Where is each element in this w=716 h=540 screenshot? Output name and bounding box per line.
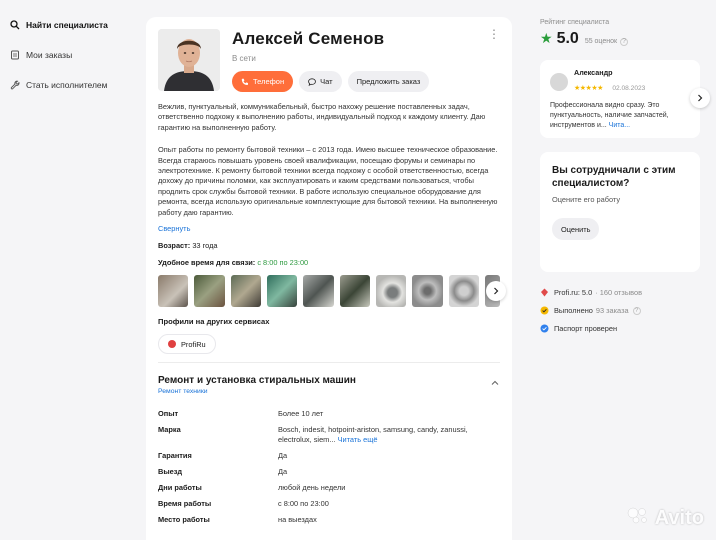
review-text: Профессионала видно сразу. Это пунктуаль… (550, 102, 669, 129)
profi-icon (540, 288, 549, 297)
work-photo[interactable] (194, 275, 225, 308)
work-photo[interactable] (375, 275, 407, 308)
help-icon[interactable]: ? (620, 37, 629, 46)
contact-time-label: Удобное время для связи: (158, 258, 256, 268)
photos-next-button[interactable] (486, 281, 506, 302)
table-row: Выезд Да (158, 467, 288, 477)
reviewer-name: Александр (574, 68, 613, 77)
profile-name: Алексей Семенов (232, 29, 385, 48)
chat-icon (308, 77, 316, 86)
avito-watermark: Avito (627, 507, 704, 530)
sidebar: Найти специалиста Мои заказы Стать испол… (0, 0, 140, 102)
help-icon[interactable]: ? (632, 306, 641, 315)
passport-check-icon (540, 324, 549, 333)
star-icon: ★ (540, 30, 553, 46)
rate-prompt-card: Вы сотрудничали с этим специалистом? Оце… (540, 152, 700, 272)
specialist-facts: Profi.ru: 5.0 · 160 отзывов Выполнено 93… (540, 288, 700, 333)
wrench-icon (10, 80, 20, 90)
orders-icon (10, 50, 20, 60)
work-photos (158, 275, 506, 308)
contact-buttons: Телефон Чат Предложить заказ (232, 71, 500, 92)
rate-prompt-subtitle: Оцените его работу (552, 195, 621, 204)
age-value: 33 года (192, 241, 218, 251)
sidebar-item-label: Мои заказы (26, 50, 73, 60)
chevron-right-icon (492, 282, 500, 300)
propose-order-button[interactable]: Предложить заказ (347, 71, 430, 92)
avatar (158, 29, 220, 91)
phone-icon (241, 78, 249, 86)
watermark-text: Avito (654, 507, 704, 529)
work-photo[interactable] (303, 275, 334, 308)
collapse-link[interactable]: Свернуть (158, 224, 500, 233)
review-read-more-link[interactable]: Чита... (609, 122, 630, 129)
table-row: Дни работы любой день недели (158, 483, 346, 493)
profiru-chip[interactable]: ProfiRu (158, 334, 216, 355)
search-icon (10, 20, 20, 30)
sidebar-item-find-specialist[interactable]: Найти специалиста (0, 14, 140, 36)
rating-label: Рейтинг специалиста (540, 19, 610, 26)
sidebar-item-label: Найти специалиста (26, 20, 108, 30)
phone-button[interactable]: Телефон (232, 71, 294, 92)
age-row: Возраст: 33 года (158, 241, 500, 250)
table-row: Марка Bosch, indesit, hotpoint-ariston, … (158, 425, 468, 445)
profile-intro: Вежлив, пунктуальный, коммуникабельный, … (158, 102, 486, 132)
rating-value: 5.0 (556, 30, 579, 47)
divider (158, 362, 500, 364)
profile-about: Опыт работы по ремонту бытовой техники –… (158, 145, 498, 217)
work-photo[interactable] (448, 275, 479, 308)
sidebar-item-my-orders[interactable]: Мои заказы (0, 44, 140, 66)
table-row: Время работы с 8:00 по 23:00 (158, 499, 329, 509)
rating-summary: ★ 5.0 55 оценок ? (540, 30, 700, 48)
service-section-header[interactable]: Ремонт и установка стиральных машин Ремо… (158, 375, 500, 395)
right-column: Рейтинг специалиста ★ 5.0 55 оценок ? Ал… (540, 19, 710, 342)
fact-passport-verified: Паспорт проверен (540, 324, 700, 333)
rating-count[interactable]: 55 оценок (585, 38, 617, 45)
profile-card: Алексей Семенов В сети ⋮ Телефон Чат Пре… (146, 17, 512, 540)
work-photo[interactable] (339, 275, 370, 308)
online-status: В сети (232, 54, 256, 63)
profile-info: Алексей Семенов В сети ⋮ Телефон Чат Пре… (232, 28, 500, 92)
sidebar-item-become-performer[interactable]: Стать исполнителем (0, 74, 140, 96)
reviewer-avatar (550, 72, 568, 91)
fact-completed-orders: Выполнено 93 заказа ? (540, 306, 700, 315)
service-category[interactable]: Ремонт техники (158, 388, 356, 395)
done-icon (540, 306, 549, 315)
avito-logo-icon (627, 507, 649, 530)
contact-time-row: Удобное время для связи: с 8:00 по 23:00 (158, 258, 500, 267)
reviews-next-button[interactable] (690, 88, 710, 108)
profi-icon (168, 340, 176, 349)
rate-button[interactable]: Оценить (552, 218, 600, 240)
table-row: Место работы на выездах (158, 515, 317, 525)
review-card[interactable]: Александр ★★★★★ 02.08.2023 Профессионала… (540, 60, 710, 138)
table-row: Гарантия Да (158, 451, 288, 461)
review-stars: ★★★★★ (574, 85, 603, 92)
fact-profi-rating: Profi.ru: 5.0 · 160 отзывов (540, 288, 700, 297)
other-profiles-title: Профили на других сервисах (158, 317, 270, 327)
read-more-link[interactable]: Читать ещё (338, 435, 378, 444)
more-options-icon[interactable]: ⋮ (488, 28, 500, 40)
sidebar-item-label: Стать исполнителем (26, 80, 108, 90)
table-row: Опыт Более 10 лет (158, 409, 324, 419)
service-title: Ремонт и установка стиральных машин (158, 375, 356, 387)
work-photo[interactable] (412, 275, 443, 308)
profile-header: Алексей Семенов В сети ⋮ Телефон Чат Пре… (158, 28, 500, 92)
service-details-table: Опыт Более 10 лет Марка Bosch, indesit, … (158, 409, 500, 525)
work-photo[interactable] (158, 275, 189, 308)
chevron-right-icon (696, 89, 704, 107)
age-label: Возраст: (158, 241, 191, 251)
chevron-up-icon[interactable] (490, 375, 500, 395)
contact-time-value: с 8:00 по 23:00 (257, 258, 309, 268)
work-photo[interactable] (266, 275, 298, 308)
review-date: 02.08.2023 (612, 85, 646, 92)
work-photo[interactable] (230, 275, 261, 308)
chat-button[interactable]: Чат (299, 71, 342, 92)
review-header: Александр ★★★★★ 02.08.2023 (550, 68, 690, 95)
rate-prompt-title: Вы сотрудничали с этим специалистом? (552, 165, 676, 189)
